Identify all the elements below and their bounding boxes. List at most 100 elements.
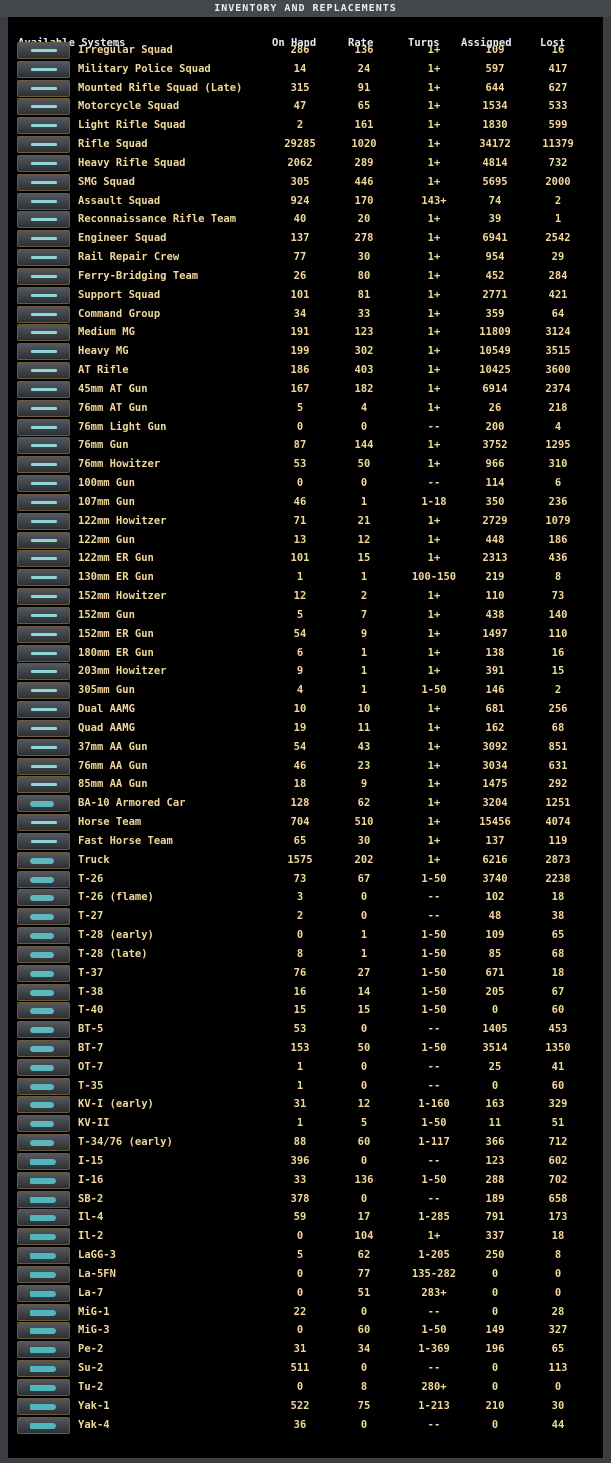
air-icon[interactable] [17, 1247, 70, 1265]
gun-icon[interactable] [17, 550, 70, 568]
tank-icon[interactable] [17, 1077, 70, 1095]
table-row[interactable]: T-26 (flame) 3 0 -- 102 18 [8, 888, 603, 907]
air-icon[interactable] [17, 1303, 70, 1321]
rifle-icon[interactable] [17, 362, 70, 380]
table-row[interactable]: 76mm AT Gun 5 4 1+ 26 218 [8, 399, 603, 418]
table-row[interactable]: Heavy MG 199 302 1+ 10549 3515 [8, 342, 603, 361]
tank-icon[interactable] [17, 1021, 70, 1039]
gun-icon[interactable] [17, 512, 70, 530]
gun-icon[interactable] [17, 399, 70, 417]
gun-icon[interactable] [17, 475, 70, 493]
air-icon[interactable] [17, 1190, 70, 1208]
tank-icon[interactable] [17, 1096, 70, 1114]
table-row[interactable]: MiG-3 0 60 1-50 149 327 [8, 1321, 603, 1340]
table-row[interactable]: KV-II 1 5 1-50 11 51 [8, 1114, 603, 1133]
rifle-icon[interactable] [17, 230, 70, 248]
rifle-icon[interactable] [17, 136, 70, 154]
tank-icon[interactable] [17, 927, 70, 944]
air-icon[interactable] [17, 1397, 70, 1415]
table-row[interactable]: 203mm Howitzer 9 1 1+ 391 15 [8, 662, 603, 681]
gun-icon[interactable] [17, 701, 70, 719]
rifle-icon[interactable] [17, 117, 70, 135]
table-row[interactable]: 100mm Gun 0 0 -- 114 6 [8, 474, 603, 493]
table-row[interactable]: Il-2 0 104 1+ 337 18 [8, 1227, 603, 1246]
table-row[interactable]: OT-7 1 0 -- 25 41 [8, 1058, 603, 1077]
rifle-icon[interactable] [17, 305, 70, 323]
table-row[interactable]: Truck 1575 202 1+ 6216 2873 [8, 851, 603, 870]
table-row[interactable]: Quad AAMG 19 11 1+ 162 68 [8, 719, 603, 738]
gun-icon[interactable] [17, 531, 70, 549]
table-row[interactable]: 76mm Gun 87 144 1+ 3752 1295 [8, 436, 603, 455]
table-row[interactable]: Horse Team 704 510 1+ 15456 4074 [8, 813, 603, 832]
rifle-icon[interactable] [17, 79, 70, 97]
rifle-icon[interactable] [17, 42, 70, 59]
table-row[interactable]: 152mm Gun 5 7 1+ 438 140 [8, 606, 603, 625]
table-row[interactable]: T-27 2 0 -- 48 38 [8, 907, 603, 926]
table-row[interactable]: Medium MG 191 123 1+ 11809 3124 [8, 323, 603, 342]
table-row[interactable]: 122mm ER Gun 101 15 1+ 2313 436 [8, 549, 603, 568]
gun-icon[interactable] [17, 456, 70, 474]
tank-icon[interactable] [17, 1039, 70, 1057]
gun-icon[interactable] [17, 380, 70, 398]
tank-icon[interactable] [17, 1134, 70, 1152]
table-row[interactable]: Tu-2 0 8 280+ 0 0 [8, 1378, 603, 1397]
table-row[interactable]: Dual AAMG 10 10 1+ 681 256 [8, 700, 603, 719]
table-row[interactable]: Il-4 59 17 1-285 791 173 [8, 1208, 603, 1227]
gun-icon[interactable] [17, 493, 70, 511]
gun-icon[interactable] [17, 625, 70, 643]
gun-icon[interactable] [17, 606, 70, 624]
gun-icon[interactable] [17, 682, 70, 700]
rifle-icon[interactable] [17, 60, 70, 78]
table-row[interactable]: Irregular Squad 286 136 1+ 109 16 [8, 41, 603, 60]
tank-icon[interactable] [17, 1002, 70, 1020]
table-row[interactable]: KV-I (early) 31 12 1-160 163 329 [8, 1095, 603, 1114]
air-icon[interactable] [17, 1360, 70, 1378]
table-row[interactable]: 37mm AA Gun 54 43 1+ 3092 851 [8, 738, 603, 757]
gun-icon[interactable] [17, 776, 70, 794]
table-row[interactable]: 305mm Gun 4 1 1-50 146 2 [8, 681, 603, 700]
tank-icon[interactable] [17, 983, 70, 1001]
gun-icon[interactable] [17, 814, 70, 832]
air-icon[interactable] [17, 1228, 70, 1246]
table-row[interactable]: 107mm Gun 46 1 1-18 350 236 [8, 493, 603, 512]
air-icon[interactable] [17, 1416, 70, 1434]
table-row[interactable]: Fast Horse Team 65 30 1+ 137 119 [8, 832, 603, 851]
table-row[interactable]: Assault Squad 924 170 143+ 74 2 [8, 192, 603, 211]
gun-icon[interactable] [17, 663, 70, 681]
gun-icon[interactable] [17, 738, 70, 756]
table-row[interactable]: 152mm Howitzer 12 2 1+ 110 73 [8, 587, 603, 606]
table-row[interactable]: Yak-4 36 0 -- 0 44 [8, 1416, 603, 1435]
table-row[interactable]: Mounted Rifle Squad (Late) 315 91 1+ 644 627 [8, 79, 603, 98]
gun-icon[interactable] [17, 644, 70, 662]
tank-icon[interactable] [17, 1058, 70, 1076]
table-row[interactable]: 130mm ER Gun 1 1 100-150 219 8 [8, 568, 603, 587]
gun-icon[interactable] [17, 719, 70, 737]
table-row[interactable]: LaGG-3 5 62 1-205 250 8 [8, 1246, 603, 1265]
table-row[interactable]: Ferry-Bridging Team 26 80 1+ 452 284 [8, 267, 603, 286]
table-row[interactable]: 122mm Howitzer 71 21 1+ 2729 1079 [8, 512, 603, 531]
air-icon[interactable] [17, 1378, 70, 1396]
rifle-icon[interactable] [17, 249, 70, 267]
table-row[interactable]: Reconnaissance Rifle Team 40 20 1+ 39 1 [8, 210, 603, 229]
table-row[interactable]: BA-10 Armored Car 128 62 1+ 3204 1251 [8, 794, 603, 813]
tank-icon[interactable] [17, 945, 70, 963]
tank-icon[interactable] [17, 908, 70, 926]
tank-icon[interactable] [17, 851, 70, 869]
gun-icon[interactable] [17, 569, 70, 587]
table-row[interactable]: T-28 (late) 8 1 1-50 85 68 [8, 945, 603, 964]
table-row[interactable]: I-15 396 0 -- 123 602 [8, 1152, 603, 1171]
rifle-icon[interactable] [17, 154, 70, 172]
table-row[interactable]: T-26 73 67 1-50 3740 2238 [8, 870, 603, 889]
table-row[interactable]: MiG-1 22 0 -- 0 28 [8, 1303, 603, 1322]
tank-icon[interactable] [17, 795, 70, 813]
table-row[interactable]: Motorcycle Squad 47 65 1+ 1534 533 [8, 97, 603, 116]
table-row[interactable]: T-37 76 27 1-50 671 18 [8, 964, 603, 983]
table-row[interactable]: 122mm Gun 13 12 1+ 448 186 [8, 531, 603, 550]
table-row[interactable]: 85mm AA Gun 18 9 1+ 1475 292 [8, 775, 603, 794]
gun-icon[interactable] [17, 418, 70, 436]
table-row[interactable]: SMG Squad 305 446 1+ 5695 2000 [8, 173, 603, 192]
table-row[interactable]: SB-2 378 0 -- 189 658 [8, 1190, 603, 1209]
table-row[interactable]: 76mm AA Gun 46 23 1+ 3034 631 [8, 757, 603, 776]
table-row[interactable]: T-40 15 15 1-50 0 60 [8, 1001, 603, 1020]
air-icon[interactable] [17, 1322, 70, 1340]
